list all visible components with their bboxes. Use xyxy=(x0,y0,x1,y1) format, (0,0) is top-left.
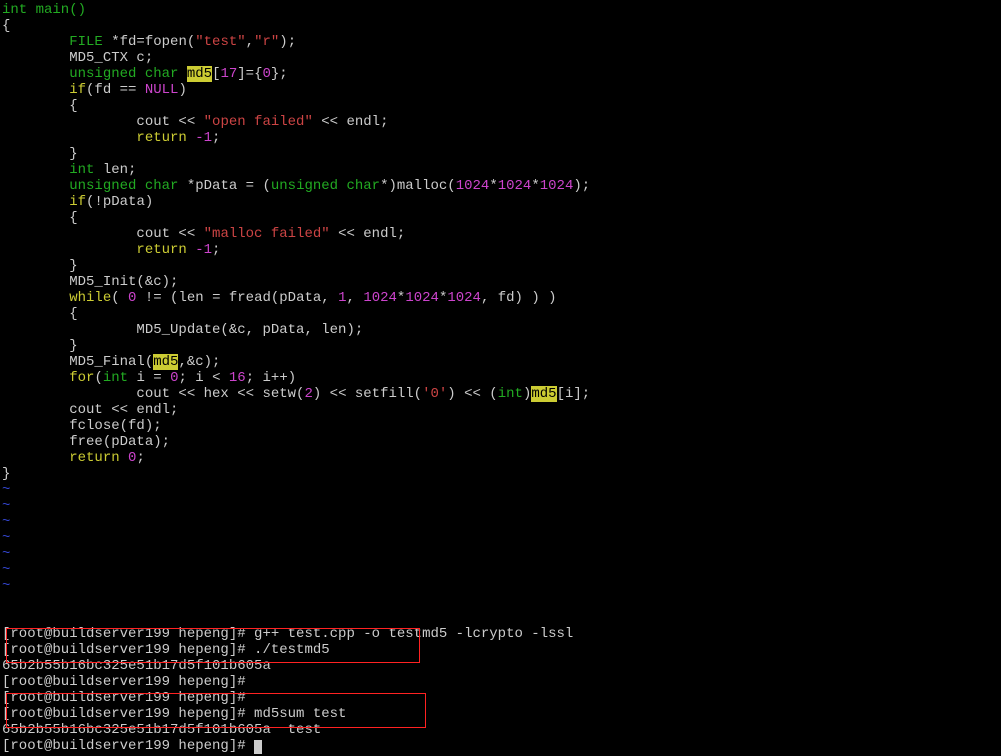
line-for: for(int i = 0; i < 16; i++) xyxy=(2,370,296,386)
term-prompt-cursor[interactable]: [root@buildserver199 hepeng]# xyxy=(2,738,262,754)
line-ifpdata: if(!pData) xyxy=(2,194,153,210)
vim-tilde: ~ xyxy=(2,562,10,578)
brace-close: } xyxy=(2,466,10,482)
vim-tilde: ~ xyxy=(2,514,10,530)
term-gpp: [root@buildserver199 hepeng]# g++ test.c… xyxy=(2,626,573,642)
term-output1: 65b2b55b16bc325e51b17d5f101b605a xyxy=(2,658,271,674)
line-ob: { xyxy=(2,98,78,114)
line-md5: unsigned char md5[17]={0}; xyxy=(2,66,288,82)
brace-open: { xyxy=(2,18,10,34)
term-prompt: [root@buildserver199 hepeng]# xyxy=(2,690,246,706)
line-file: FILE *fd=fopen("test","r"); xyxy=(2,34,296,50)
vim-tilde: ~ xyxy=(2,578,10,594)
line-cout: cout << hex << setw(2) << setfill('0') <… xyxy=(2,386,590,402)
term-run: [root@buildserver199 hepeng]# ./testmd5 xyxy=(2,642,330,658)
kw-int: int main() xyxy=(2,2,86,18)
line-cb3: } xyxy=(2,338,78,354)
line-ob2: { xyxy=(2,210,78,226)
line-coutendl: cout << endl; xyxy=(2,402,178,418)
vim-tilde: ~ xyxy=(2,530,10,546)
line-while: while( 0 != (len = fread(pData, 1, 1024*… xyxy=(2,290,557,306)
cursor-icon xyxy=(254,740,262,754)
line-openfail: cout << "open failed" << endl; xyxy=(2,114,388,130)
line-ret0: return 0; xyxy=(2,450,145,466)
term-output2: 65b2b55b16bc325e51b17d5f101b605a test xyxy=(2,722,321,738)
vim-tilde: ~ xyxy=(2,546,10,562)
vim-tilde: ~ xyxy=(2,498,10,514)
line-cb2: } xyxy=(2,258,78,274)
line-ob3: { xyxy=(2,306,78,322)
term-prompt: [root@buildserver199 hepeng]# xyxy=(2,674,246,690)
line-ctx: MD5_CTX c; xyxy=(2,50,153,66)
line-retm1a: return -1; xyxy=(2,130,220,146)
term-md5sum: [root@buildserver199 hepeng]# md5sum tes… xyxy=(2,706,346,722)
vim-tilde: ~ xyxy=(2,482,10,498)
line-pdata: unsigned char *pData = (unsigned char*)m… xyxy=(2,178,590,194)
line-fclose: fclose(fd); xyxy=(2,418,162,434)
line-free: free(pData); xyxy=(2,434,170,450)
line-iffd: if(fd == NULL) xyxy=(2,82,187,98)
code-area: int main() { FILE *fd=fopen("test","r");… xyxy=(0,0,1001,756)
vim-status-line xyxy=(2,594,999,610)
line-md5upd: MD5_Update(&c, pData, len); xyxy=(2,322,363,338)
line-intlen: int len; xyxy=(2,162,136,178)
line-retm1b: return -1; xyxy=(2,242,220,258)
line-md5init: MD5_Init(&c); xyxy=(2,274,178,290)
line-mallocfail: cout << "malloc failed" << endl; xyxy=(2,226,405,242)
line-cb: } xyxy=(2,146,78,162)
line-md5final: MD5_Final(md5,&c); xyxy=(2,354,220,370)
